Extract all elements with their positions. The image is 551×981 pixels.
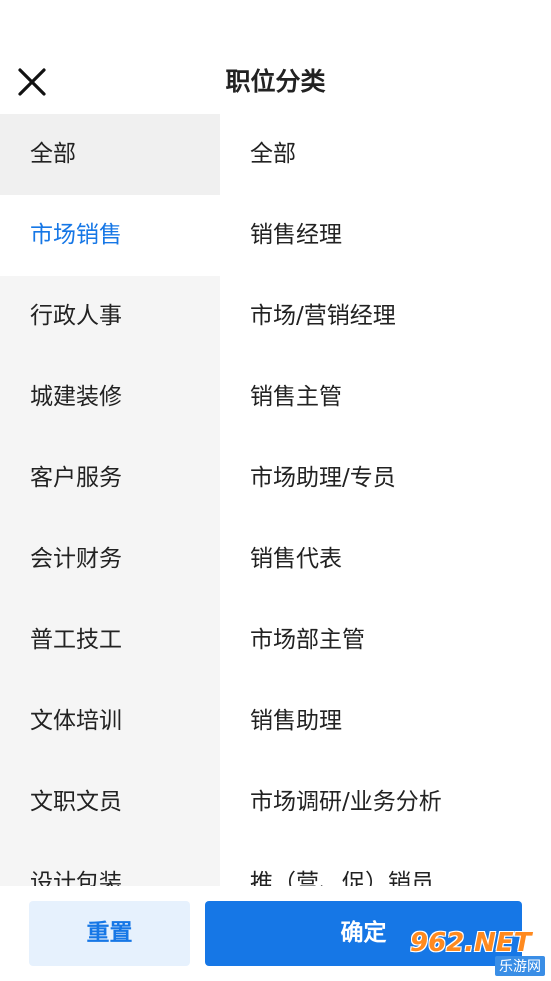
page-title: 职位分类 [225, 67, 326, 96]
position-item[interactable]: 销售主管 [220, 357, 551, 438]
category-item-marketing-sales[interactable]: 市场销售 [0, 195, 220, 276]
category-item-all[interactable]: 全部 [0, 114, 220, 195]
position-item[interactable]: 市场部主管 [220, 600, 551, 681]
header: 职位分类 [0, 0, 551, 114]
position-list: 全部 销售经理 市场/营销经理 销售主管 市场助理/专员 销售代表 市场部主管 … [220, 114, 551, 886]
watermark-sub: 乐游网 [495, 956, 545, 976]
position-item[interactable]: 全部 [220, 114, 551, 195]
category-item-construction[interactable]: 城建装修 [0, 357, 220, 438]
reset-button[interactable]: 重置 [29, 901, 190, 966]
category-item-workers[interactable]: 普工技工 [0, 600, 220, 681]
position-item[interactable]: 销售代表 [220, 519, 551, 600]
category-item-customer-service[interactable]: 客户服务 [0, 438, 220, 519]
category-sidebar: 全部 市场销售 行政人事 城建装修 客户服务 会计财务 普工技工 文体培训 文职… [0, 114, 220, 886]
category-item-accounting[interactable]: 会计财务 [0, 519, 220, 600]
position-item[interactable]: 市场/营销经理 [220, 276, 551, 357]
category-item-admin-hr[interactable]: 行政人事 [0, 276, 220, 357]
position-item[interactable]: 销售助理 [220, 681, 551, 762]
position-item[interactable]: 市场助理/专员 [220, 438, 551, 519]
category-item-design[interactable]: 设计包装 [0, 843, 220, 886]
position-item[interactable]: 市场调研/业务分析 [220, 762, 551, 843]
position-item[interactable]: 销售经理 [220, 195, 551, 276]
watermark-logo: 962.NET 乐游网 [410, 928, 547, 976]
category-item-training[interactable]: 文体培训 [0, 681, 220, 762]
position-item[interactable]: 推（营、促）销员 [220, 843, 551, 886]
category-item-clerical[interactable]: 文职文员 [0, 762, 220, 843]
category-panel: 全部 市场销售 行政人事 城建装修 客户服务 会计财务 普工技工 文体培训 文职… [0, 114, 551, 886]
watermark-main: 962.NET [410, 928, 532, 958]
